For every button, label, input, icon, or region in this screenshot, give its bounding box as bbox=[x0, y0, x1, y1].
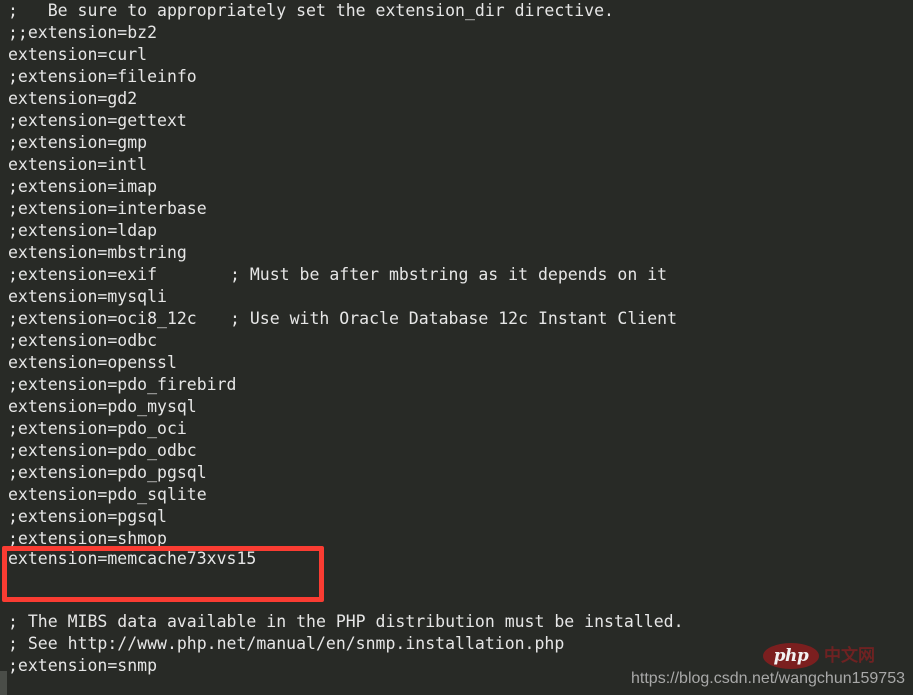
code-editor-pane[interactable]: ; Be sure to appropriately set the exten… bbox=[0, 0, 913, 695]
code-line: extension=openssl bbox=[8, 352, 908, 374]
highlighted-code-line: extension=memcache73xvs15 bbox=[8, 549, 257, 568]
code-line: ;extension=pdo_pgsql bbox=[8, 462, 908, 484]
code-line-text: extension=pdo_sqlite bbox=[8, 485, 207, 504]
code-line-inline-comment: ; Must be after mbstring as it depends o… bbox=[230, 265, 668, 284]
code-line: ; The MIBS data available in the PHP dis… bbox=[8, 611, 908, 633]
code-line-text: ; The MIBS data available in the PHP dis… bbox=[8, 612, 684, 631]
code-line-text: ;extension=exif bbox=[8, 265, 158, 284]
code-line-text: extension=curl bbox=[8, 45, 148, 64]
code-line: extension=pdo_sqlite bbox=[8, 484, 908, 506]
code-line-text: ;;extension=bz2 bbox=[8, 23, 158, 42]
code-line-text: ;extension=gmp bbox=[8, 133, 148, 152]
code-line: ;extension=gmp bbox=[8, 132, 908, 154]
code-line: ;extension=ldap bbox=[8, 220, 908, 242]
code-line: ;;extension=bz2 bbox=[8, 22, 908, 44]
code-line-text: ;extension=snmp bbox=[8, 656, 158, 675]
code-line: ;extension=exif ; Must be after mbstring … bbox=[8, 264, 908, 286]
code-line: extension=pdo_mysql bbox=[8, 396, 908, 418]
code-line-text: ;extension=pdo_odbc bbox=[8, 441, 197, 460]
code-line-text: extension=pdo_mysql bbox=[8, 397, 197, 416]
code-line: ;extension=gettext bbox=[8, 110, 908, 132]
code-line: ;extension=fileinfo bbox=[8, 66, 908, 88]
code-line-text: ;extension=imap bbox=[8, 177, 158, 196]
code-line: extension=curl bbox=[8, 44, 908, 66]
code-line-text: ;extension=pgsql bbox=[8, 507, 167, 526]
code-line-text: ; Be sure to appropriately set the exten… bbox=[8, 1, 614, 20]
code-line: extension=intl bbox=[8, 154, 908, 176]
code-line-text: ;extension=pdo_firebird bbox=[8, 375, 237, 394]
code-line-text: ;extension=ldap bbox=[8, 221, 158, 240]
code-line-inline-comment: ; Use with Oracle Database 12c Instant C… bbox=[230, 309, 678, 328]
code-line-text: ; See http://www.php.net/manual/en/snmp.… bbox=[8, 634, 565, 653]
code-line-text: ;extension=pdo_pgsql bbox=[8, 463, 207, 482]
code-line: ;extension=interbase bbox=[8, 198, 908, 220]
code-line-text: ;extension=shmop bbox=[8, 529, 167, 548]
code-line-text: ;extension=gettext bbox=[8, 111, 187, 130]
code-line-text: extension=openssl bbox=[8, 353, 177, 372]
code-line: ;extension=pdo_odbc bbox=[8, 440, 908, 462]
code-line: extension=mbstring bbox=[8, 242, 908, 264]
code-line: ;extension=odbc bbox=[8, 330, 908, 352]
code-line-text: ;extension=fileinfo bbox=[8, 67, 197, 86]
code-line: ;extension=shmop bbox=[8, 528, 908, 550]
code-line: ;extension=pgsql bbox=[8, 506, 908, 528]
code-line: ;extension=imap bbox=[8, 176, 908, 198]
code-line-text: ;extension=interbase bbox=[8, 199, 207, 218]
code-line: extension=mysqli bbox=[8, 286, 908, 308]
code-line-text: extension=mysqli bbox=[8, 287, 167, 306]
code-line: ; Be sure to appropriately set the exten… bbox=[8, 0, 908, 22]
vertical-scrollbar-stub[interactable] bbox=[0, 671, 7, 695]
code-line-text: extension=intl bbox=[8, 155, 148, 174]
php-logo: php 中文网 bbox=[763, 643, 875, 669]
php-logo-bubble: php bbox=[763, 643, 819, 669]
code-line: ;extension=oci8_12c ; Use with Oracle Dat… bbox=[8, 308, 908, 330]
code-line: extension=gd2 bbox=[8, 88, 908, 110]
code-line: ;extension=pdo_oci bbox=[8, 418, 908, 440]
code-line-text: extension=gd2 bbox=[8, 89, 138, 108]
code-line-text: ;extension=odbc bbox=[8, 331, 158, 350]
php-logo-suffix: 中文网 bbox=[824, 646, 875, 666]
code-line-text: ;extension=oci8_12c bbox=[8, 309, 197, 328]
code-line-text: extension=mbstring bbox=[8, 243, 187, 262]
code-line: ;extension=pdo_firebird bbox=[8, 374, 908, 396]
code-content: ; Be sure to appropriately set the exten… bbox=[8, 0, 908, 550]
code-line-text: ;extension=pdo_oci bbox=[8, 419, 187, 438]
